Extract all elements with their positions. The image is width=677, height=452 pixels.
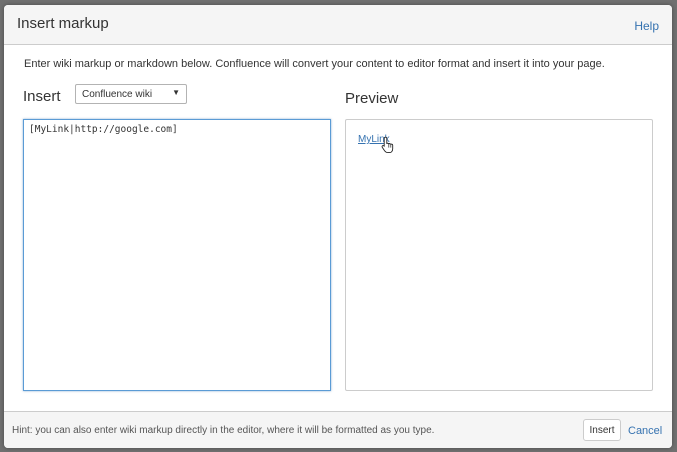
insert-markup-dialog: Insert markup Help Enter wiki markup or … — [4, 5, 672, 448]
dialog-footer: Hint: you can also enter wiki markup dir… — [4, 411, 672, 448]
markup-input[interactable]: [MyLink|http://google.com] — [23, 119, 331, 391]
insert-button[interactable]: Insert — [583, 419, 621, 441]
format-select-value: Confluence wiki — [82, 89, 153, 100]
cancel-link[interactable]: Cancel — [628, 425, 662, 437]
help-link[interactable]: Help — [634, 19, 659, 33]
dialog-description: Enter wiki markup or markdown below. Con… — [24, 58, 605, 70]
dialog-title: Insert markup — [17, 15, 109, 32]
insert-heading: Insert — [23, 88, 61, 105]
preview-heading: Preview — [345, 90, 399, 107]
footer-hint: Hint: you can also enter wiki markup dir… — [12, 425, 435, 436]
markup-format-select[interactable]: Confluence wiki ▼ — [75, 84, 187, 104]
preview-pane: MyLink — [345, 119, 653, 391]
hand-pointer-icon — [381, 136, 394, 154]
triangle-down-icon: ▼ — [172, 88, 180, 97]
dialog-header: Insert markup Help — [4, 5, 672, 45]
